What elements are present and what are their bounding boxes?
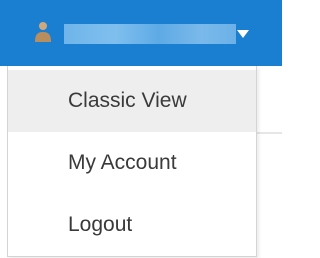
menu-item-classic-view[interactable]: Classic View [8, 70, 256, 132]
top-bar [0, 0, 282, 66]
menu-item-logout[interactable]: Logout [8, 194, 256, 256]
page: Classic View My Account Logout [0, 0, 282, 258]
caret-down-icon [236, 29, 250, 39]
user-icon [34, 21, 52, 43]
divider [256, 132, 282, 134]
user-name [64, 24, 236, 44]
menu-item-my-account[interactable]: My Account [8, 132, 256, 194]
user-menu-trigger[interactable] [24, 12, 264, 54]
user-dropdown-menu: Classic View My Account Logout [7, 66, 257, 257]
